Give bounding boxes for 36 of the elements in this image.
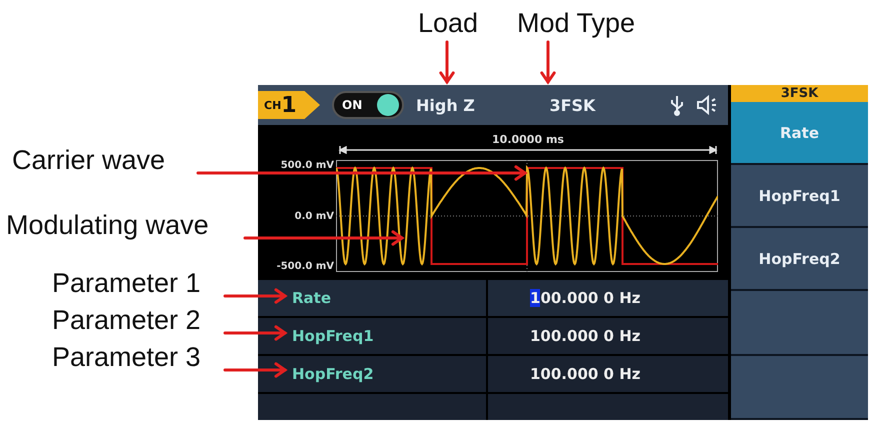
- parameter-value: 100.000 0 Hz: [530, 327, 640, 345]
- callout-arrow: [540, 40, 556, 85]
- output-toggle[interactable]: ON: [332, 91, 404, 119]
- softkey[interactable]: HopFreq1: [731, 165, 868, 228]
- load-value: High Z: [416, 96, 475, 114]
- callout-arrow: [224, 325, 288, 341]
- mod-type-value: 3FSK: [549, 96, 596, 114]
- parameter-name: HopFreq1: [292, 327, 374, 345]
- callout-label: Modulating wave: [6, 212, 209, 239]
- usb-icon: [670, 94, 684, 116]
- callout-arrow: [439, 40, 455, 85]
- axis-label: 500.0 mV: [280, 160, 334, 171]
- parameter-value: 100.000 0 Hz: [530, 365, 640, 383]
- callout-label: Mod Type: [517, 10, 636, 37]
- callout-arrow: [224, 362, 288, 378]
- parameter-row[interactable]: HopFreq1 100.000 0 Hz: [258, 318, 728, 356]
- parameter-name: HopFreq2: [292, 365, 374, 383]
- callout-arrow: [224, 288, 288, 304]
- callout-label: Carrier wave: [12, 147, 166, 174]
- callout-label: Parameter 2: [52, 307, 201, 334]
- softkey[interactable]: [731, 291, 868, 356]
- parameter-row[interactable]: Rate 100.000 0 Hz: [258, 280, 728, 318]
- menu-title: 3FSK: [731, 85, 868, 102]
- speaker-icon: [696, 94, 718, 116]
- axis-label: 0.0 mV: [294, 210, 334, 222]
- time-span-label: 10.0000 ms: [492, 133, 564, 146]
- callout-label: Parameter 1: [52, 270, 201, 297]
- parameter-value: 100.000 0 Hz: [530, 289, 640, 307]
- softkey[interactable]: HopFreq2: [731, 228, 868, 291]
- parameter-row[interactable]: HopFreq2 100.000 0 Hz: [258, 356, 728, 394]
- callout-label: Parameter 3: [52, 344, 201, 371]
- time-span-arrow-icon: [338, 146, 718, 154]
- axis-label: -500.0 mV: [276, 261, 334, 272]
- callout-label: Load: [418, 10, 478, 37]
- parameter-name: Rate: [292, 289, 332, 307]
- softkey[interactable]: [731, 356, 868, 420]
